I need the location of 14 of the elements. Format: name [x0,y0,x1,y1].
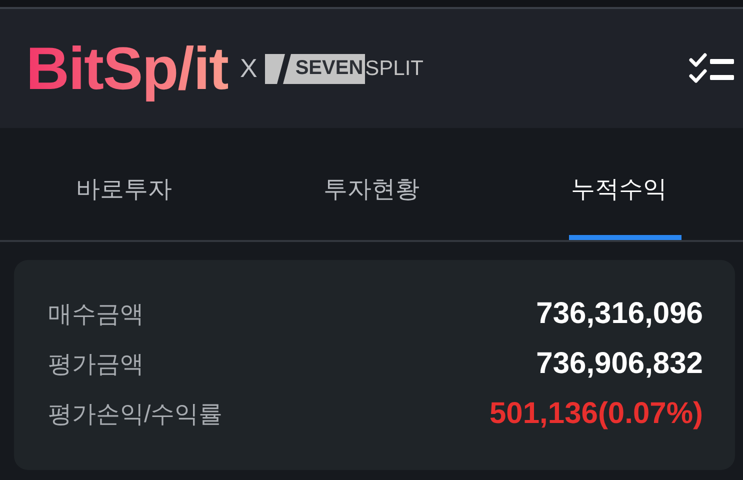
summary-label: 평가손익/수익률 [48,400,223,430]
summary-value: 736,906,832 [536,347,703,381]
summary-value: 501,136(0.07%) [490,397,703,431]
separator-text: X [240,53,258,84]
slash-icon [277,54,292,84]
summary-label: 매수금액 [48,300,144,330]
tab[interactable]: 누적수익 [495,128,743,240]
summary-value: 736,316,096 [536,297,703,331]
tab[interactable]: 바로투자 [0,128,248,240]
tab[interactable]: 투자현황 [248,128,496,240]
partner-badge: SEVEN [265,54,366,84]
partner-text: SPLIT [365,56,424,80]
summary-label: 평가금액 [48,350,144,380]
checklist-icon[interactable] [689,52,735,86]
